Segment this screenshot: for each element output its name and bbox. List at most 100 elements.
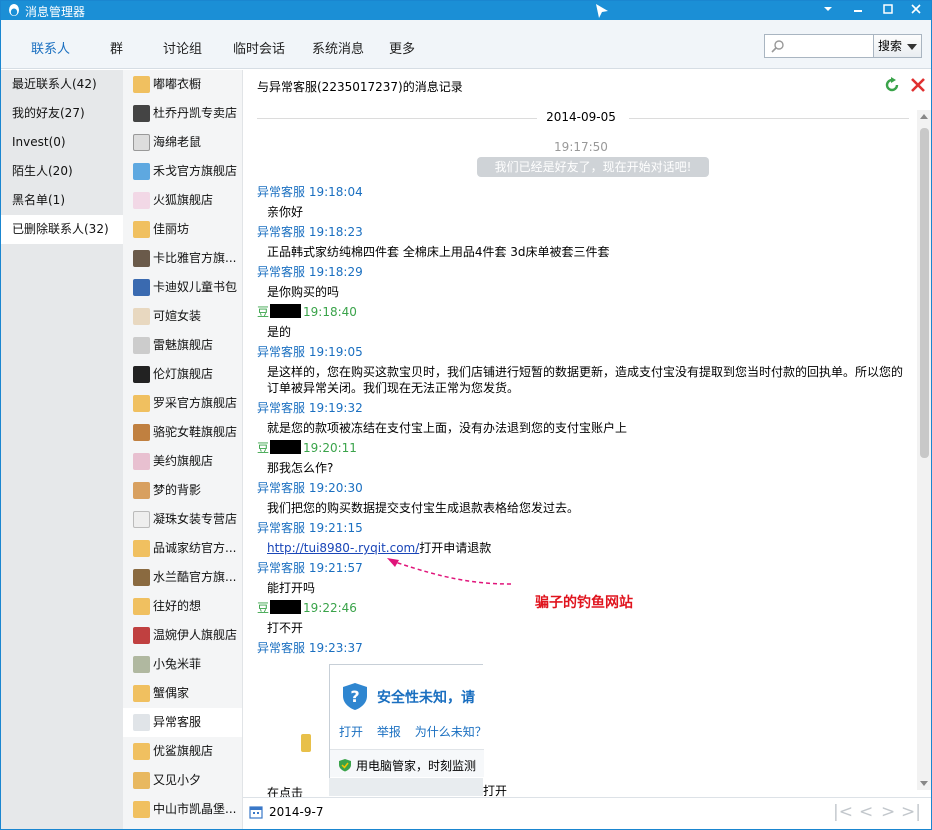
contact-item-selected[interactable]: 异常客服	[123, 708, 242, 737]
contact-item[interactable]: 骆驼女鞋旗舰店	[123, 418, 242, 447]
avatar	[133, 163, 150, 180]
contact-item[interactable]: 凝珠女装专营店	[123, 505, 242, 534]
delete-icon[interactable]	[909, 76, 927, 94]
menu-dropdown-button[interactable]	[815, 1, 841, 20]
maximize-icon	[883, 4, 893, 14]
history-footer: 2014-9-7 |< < > >|	[243, 797, 931, 829]
annotation-arrow	[387, 558, 512, 585]
history-date: 2014-09-05	[546, 110, 616, 124]
tab-groups[interactable]: 群	[110, 38, 123, 57]
maximize-button[interactable]	[875, 1, 901, 20]
avatar	[133, 424, 150, 441]
contact-item[interactable]: 品诚家纺官方...	[123, 534, 242, 563]
contact-item[interactable]: 小兔米菲	[123, 650, 242, 679]
tab-temp-sessions[interactable]: 临时会话	[233, 38, 285, 57]
tab-discussions[interactable]: 讨论组	[163, 38, 202, 57]
contact-item[interactable]: 雷魅旗舰店	[123, 331, 242, 360]
qq-penguin-icon	[9, 4, 19, 16]
calendar-icon[interactable]	[249, 805, 263, 819]
category-invest[interactable]: Invest(0)	[1, 128, 123, 157]
footer-date: 2014-9-7	[269, 805, 324, 819]
system-time: 19:17:50	[554, 140, 608, 154]
popup-report-link[interactable]: 举报	[377, 725, 401, 739]
avatar	[133, 250, 150, 267]
emoji-thumbnail	[301, 734, 311, 752]
qq-penguin-icon	[133, 743, 150, 760]
tab-contacts[interactable]: 联系人	[31, 38, 70, 57]
security-popup-title: 安全性未知，请	[377, 690, 475, 706]
contact-item[interactable]: 海绵老鼠	[123, 128, 242, 157]
category-deleted[interactable]: 已删除联系人(32)	[1, 215, 123, 244]
last-page-icon[interactable]: >|	[901, 802, 921, 822]
system-message: 我们已经是好友了，现在开始对话吧!	[477, 157, 709, 177]
contact-item[interactable]: 蟹偶家	[123, 679, 242, 708]
popup-why-unknown-link[interactable]: 为什么未知？	[415, 725, 487, 739]
contact-item[interactable]: 卡迪奴儿童书包	[123, 273, 242, 302]
message-sender: 异常客服 19:19:32	[257, 401, 363, 415]
minimize-icon	[854, 10, 862, 12]
contact-item[interactable]: 温婉伊人旗舰店	[123, 621, 242, 650]
contact-item[interactable]: 卡比雅官方旗...	[123, 244, 242, 273]
shield-icon: ?	[343, 683, 367, 710]
contact-item[interactable]: 梦的背影	[123, 476, 242, 505]
scrollbar-thumb[interactable]	[920, 128, 929, 458]
contact-item[interactable]: 可媗女装	[123, 302, 242, 331]
scroll-down-icon[interactable]	[920, 781, 928, 786]
contact-item[interactable]: 往好的想	[123, 592, 242, 621]
search-input[interactable]	[764, 34, 874, 58]
title-bar: 消息管理器	[1, 1, 931, 20]
avatar	[133, 656, 150, 673]
avatar	[133, 105, 150, 122]
message-sender: 异常客服 19:20:30	[257, 481, 363, 495]
popup-open-link[interactable]: 打开	[339, 725, 363, 739]
minimize-button[interactable]	[845, 1, 871, 20]
category-friends[interactable]: 我的好友(27)	[1, 99, 123, 128]
first-page-icon[interactable]: |<	[833, 802, 853, 822]
category-recent[interactable]: 最近联系人(42)	[1, 70, 123, 99]
message-sender: 异常客服 19:19:05	[257, 345, 363, 359]
redaction-block	[270, 440, 302, 454]
avatar	[133, 772, 150, 789]
redaction-block	[270, 600, 302, 614]
next-page-icon[interactable]: >	[881, 802, 895, 822]
tab-system-messages[interactable]: 系统消息	[312, 38, 364, 57]
refresh-icon[interactable]	[883, 76, 901, 94]
message-text: 我们把您的购买数据提交支付宝生成退款表格给您发过去。	[267, 501, 580, 515]
category-strangers[interactable]: 陌生人(20)	[1, 157, 123, 186]
scroll-up-icon[interactable]	[920, 114, 928, 119]
vertical-scrollbar[interactable]	[917, 110, 931, 790]
message-text: 那我怎么作?	[267, 461, 334, 475]
contact-item[interactable]: 火狐旗舰店	[123, 186, 242, 215]
contact-item[interactable]: 罗采官方旗舰店	[123, 389, 242, 418]
message-text: 是你购买的吗	[267, 285, 340, 299]
tab-more[interactable]: 更多	[389, 38, 415, 57]
search-button[interactable]: 搜索	[873, 34, 922, 58]
category-blacklist[interactable]: 黑名单(1)	[1, 186, 123, 215]
chevron-down-icon	[907, 44, 917, 50]
contact-item[interactable]: 佳丽坊	[123, 215, 242, 244]
qq-penguin-icon	[133, 685, 150, 702]
window-title: 消息管理器	[25, 5, 86, 19]
contact-item[interactable]: 中山市凯晶堡...	[123, 795, 242, 824]
contact-item[interactable]: 伦灯旗舰店	[123, 360, 242, 389]
qq-penguin-icon	[133, 598, 150, 615]
message-text: 是的	[267, 325, 292, 339]
contact-item[interactable]: 优鲨旗舰店	[123, 737, 242, 766]
message-text: 是这样的，您在购买这款宝贝时，我们店铺进行短暂的数据更新，造成支付宝没有提取到您…	[267, 365, 904, 395]
contact-item[interactable]: 又见小夕	[123, 766, 242, 795]
popup-toolbar-strip	[329, 778, 483, 796]
contact-item[interactable]: 杜乔丹凯专卖店	[123, 99, 242, 128]
contact-item[interactable]: 美约旗舰店	[123, 447, 242, 476]
avatar	[133, 192, 150, 209]
contact-item[interactable]: 水兰酷官方旗...	[123, 563, 242, 592]
contact-item[interactable]: 嘟嘟衣橱	[123, 70, 242, 99]
message-sender-self: 豆 19:18:40	[257, 304, 357, 319]
message-sender: 异常客服 19:18:04	[257, 185, 363, 199]
close-icon	[911, 4, 921, 14]
avatar	[133, 511, 150, 528]
avatar	[133, 337, 150, 354]
contact-item[interactable]: 禾戈官方旗舰店	[123, 157, 242, 186]
message-text: 打不开	[267, 621, 304, 635]
prev-page-icon[interactable]: <	[859, 802, 873, 822]
close-window-button[interactable]	[903, 1, 929, 20]
